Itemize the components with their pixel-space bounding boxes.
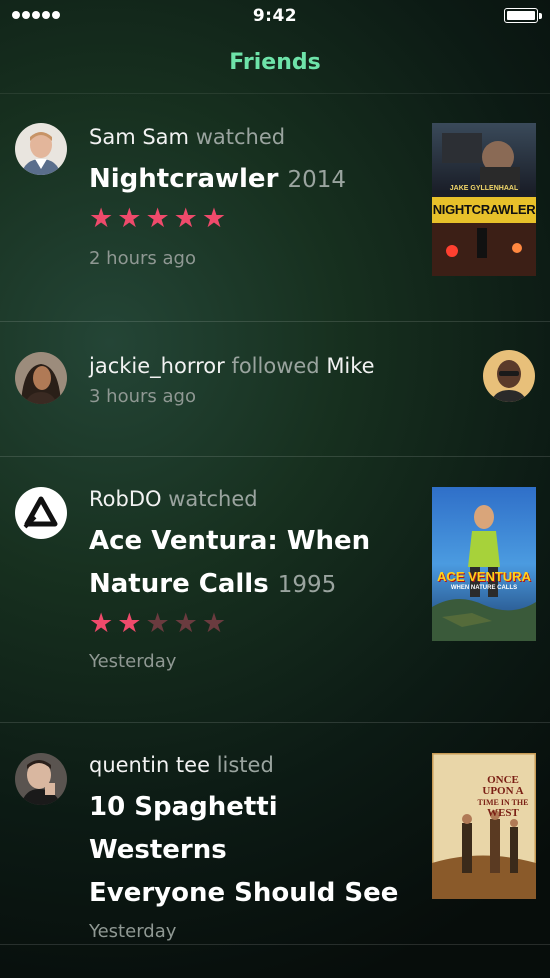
movie-year: 1995 <box>277 572 337 598</box>
username[interactable]: jackie_horror <box>89 354 225 378</box>
feed-item[interactable]: RobDO watched Ace Ventura: When Nature C… <box>0 457 550 723</box>
timestamp: Yesterday <box>89 921 177 942</box>
avatar[interactable] <box>15 352 67 404</box>
followed-user-avatar[interactable] <box>483 350 535 402</box>
username[interactable]: Sam Sam <box>89 125 189 149</box>
avatar[interactable] <box>15 123 67 175</box>
movie-title-cont[interactable]: Nature Calls <box>89 569 269 599</box>
avatar[interactable] <box>15 487 67 539</box>
poster-credit: JAKE GYLLENHAAL <box>449 185 519 192</box>
username[interactable]: quentin tee <box>89 753 210 777</box>
username[interactable]: RobDO <box>89 487 162 511</box>
battery-icon <box>504 8 542 23</box>
star-icon: ★ <box>145 203 170 234</box>
activity-verb: followed <box>231 354 320 378</box>
poster-title-2: UPON A <box>482 785 524 797</box>
activity-verb: watched <box>168 487 258 511</box>
status-bar: 9:42 <box>0 0 550 32</box>
poster-title-4: WEST <box>487 807 519 819</box>
movie-poster[interactable]: ONCE UPON A TIME IN THE WEST <box>432 753 536 899</box>
timestamp: 3 hours ago <box>89 386 196 407</box>
rating-stars: ★ ★ ★ ★ ★ <box>89 204 420 234</box>
activity-feed: Sam Sam watched Nightcrawler 2014 ★ ★ ★ … <box>0 95 550 945</box>
star-icon: ★ <box>201 203 227 234</box>
star-icon: ★ <box>117 203 142 234</box>
star-icon: ★ <box>89 608 114 639</box>
poster-title: NIGHTCRAWLER <box>432 202 536 217</box>
list-title-cont[interactable]: Everyone Should See <box>89 872 420 915</box>
nav-bar: Friends <box>0 32 550 94</box>
feed-item[interactable]: Sam Sam watched Nightcrawler 2014 ★ ★ ★ … <box>0 95 550 322</box>
movie-poster[interactable]: JAKE GYLLENHAAL NIGHTCRAWLER <box>432 123 536 276</box>
star-icon: ★ <box>117 608 142 639</box>
avatar[interactable] <box>15 753 67 805</box>
poster-title: ACE VENTURA <box>437 569 531 584</box>
feed-item[interactable]: quentin tee listed 10 Spaghetti Westerns… <box>0 723 550 945</box>
activity-verb: listed <box>216 753 274 777</box>
feed-item[interactable]: jackie_horror followed Mike 3 hours ago <box>0 322 550 457</box>
status-time: 9:42 <box>252 6 298 26</box>
movie-title[interactable]: Nightcrawler <box>89 164 278 194</box>
signal-strength-icon <box>12 11 60 19</box>
timestamp: Yesterday <box>89 651 177 672</box>
star-icon: ★ <box>201 608 227 639</box>
rating-stars: ★ ★ ★ ★ ★ <box>89 609 420 639</box>
movie-title[interactable]: Ace Ventura: When <box>89 520 420 563</box>
movie-poster[interactable]: ACE VENTURA WHEN NATURE CALLS <box>432 487 536 641</box>
star-icon: ★ <box>173 608 198 639</box>
activity-verb: watched <box>195 125 286 149</box>
followed-user[interactable]: Mike <box>326 354 374 378</box>
star-icon: ★ <box>173 203 198 234</box>
list-title[interactable]: 10 Spaghetti Westerns <box>89 786 420 872</box>
page-title: Friends <box>229 50 321 75</box>
movie-year: 2014 <box>287 167 346 193</box>
star-icon: ★ <box>89 203 114 234</box>
star-icon: ★ <box>145 608 170 639</box>
poster-subtitle: WHEN NATURE CALLS <box>450 585 518 591</box>
timestamp: 2 hours ago <box>89 248 196 269</box>
